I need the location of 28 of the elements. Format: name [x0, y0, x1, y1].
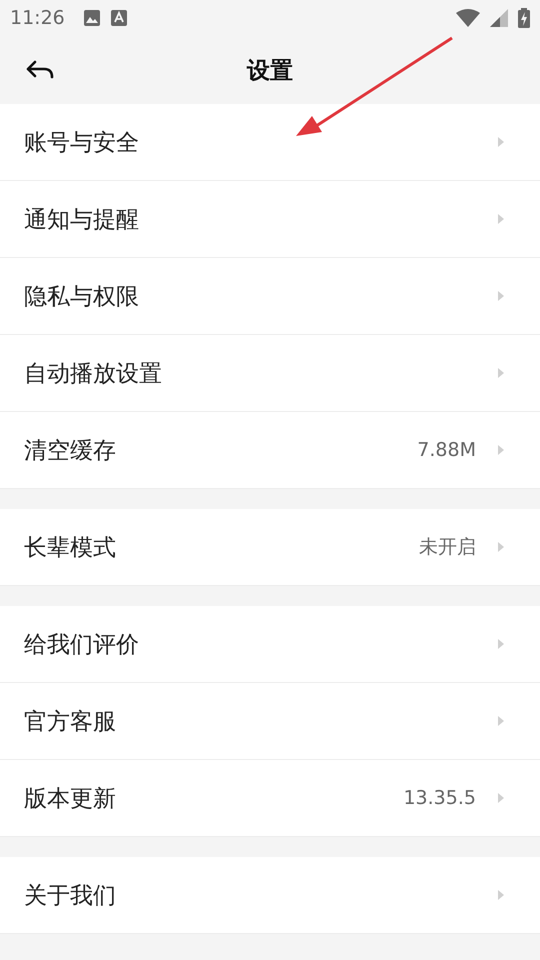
- status-time: 11:26: [10, 7, 65, 29]
- chevron-icon: [498, 368, 504, 378]
- page-title: 设置: [247, 56, 293, 86]
- back-icon[interactable]: [26, 60, 54, 80]
- settings-item[interactable]: 通知与提醒: [0, 181, 540, 258]
- chevron-icon: [498, 890, 504, 900]
- settings-item[interactable]: 清空缓存 7.88M: [0, 412, 540, 489]
- settings-item[interactable]: 给我们评价: [0, 606, 540, 683]
- chevron-icon: [498, 291, 504, 301]
- settings-item[interactable]: 隐私与权限: [0, 258, 540, 335]
- image-icon: [82, 9, 101, 27]
- chevron-icon: [498, 793, 504, 803]
- settings-item[interactable]: 账号与安全: [0, 104, 540, 181]
- settings-item[interactable]: 版本更新 13.35.5: [0, 760, 540, 837]
- chevron-icon: [498, 214, 504, 224]
- chevron-icon: [498, 639, 504, 649]
- signal-icon: [490, 9, 508, 27]
- chevron-icon: [498, 445, 504, 455]
- battery-icon: [518, 8, 530, 28]
- settings-item[interactable]: 官方客服: [0, 683, 540, 760]
- chevron-icon: [498, 542, 504, 552]
- chevron-icon: [498, 716, 504, 726]
- chevron-icon: [498, 137, 504, 147]
- keyboard-icon: [110, 9, 127, 27]
- wifi-icon: [456, 9, 480, 27]
- settings-item[interactable]: 自动播放设置: [0, 335, 540, 412]
- settings-item[interactable]: 长辈模式 未开启: [0, 509, 540, 586]
- settings-item[interactable]: 关于我们: [0, 857, 540, 934]
